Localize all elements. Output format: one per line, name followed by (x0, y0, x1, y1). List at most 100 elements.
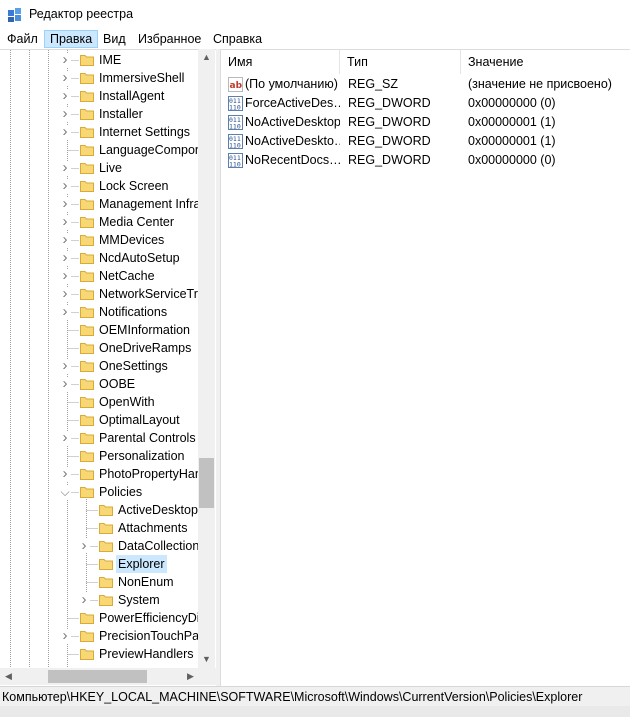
menu-favorites[interactable]: Избранное (133, 30, 206, 48)
tree-node-label[interactable]: Policies (97, 483, 144, 501)
tree-node[interactable]: › Internet Settings (0, 123, 200, 141)
registry-tree[interactable]: › IME › ImmersiveShell › InstallAgent › Install… (0, 49, 216, 687)
tree-node[interactable]: › OneSettings (0, 357, 200, 375)
expand-chevron-icon[interactable]: › (59, 196, 71, 211)
expand-chevron-icon[interactable]: › (78, 592, 90, 607)
tree-node-label[interactable]: InstallAgent (97, 87, 166, 105)
tree-vertical-scrollbar[interactable]: ▲ ▼ (198, 49, 215, 668)
tree-node-label[interactable]: PhotoPropertyHan (97, 465, 204, 483)
tree-node-label[interactable]: PowerEfficiencyDia (97, 609, 208, 627)
tree-node[interactable]: › Notifications (0, 303, 200, 321)
tree-node[interactable]: Personalization (0, 447, 200, 465)
tree-node[interactable]: NonEnum (0, 573, 200, 591)
expand-chevron-icon[interactable]: › (59, 88, 71, 103)
tree-node[interactable]: › MMDevices (0, 231, 200, 249)
expand-chevron-icon[interactable]: › (59, 214, 71, 229)
tree-node-label[interactable]: OpenWith (97, 393, 157, 411)
tree-node[interactable]: Explorer (0, 555, 200, 573)
tree-node[interactable]: › OOBE (0, 375, 200, 393)
tree-vertical-scroll-thumb[interactable] (199, 458, 214, 508)
tree-node-label[interactable]: Live (97, 159, 124, 177)
expand-chevron-icon[interactable]: › (59, 466, 71, 481)
tree-node-label[interactable]: Lock Screen (97, 177, 170, 195)
tree-node[interactable]: › Lock Screen (0, 177, 200, 195)
tree-horizontal-scrollbar[interactable]: ◀ ▶ (0, 668, 216, 685)
tree-node[interactable]: › System (0, 591, 200, 609)
tree-node[interactable]: › ImmersiveShell (0, 69, 200, 87)
tree-node[interactable]: PowerEfficiencyDia (0, 609, 206, 627)
tree-node[interactable]: › NetCache (0, 267, 200, 285)
tree-node[interactable]: › Live (0, 159, 200, 177)
scroll-right-icon[interactable]: ▶ (182, 668, 199, 685)
expand-chevron-icon[interactable]: › (59, 70, 71, 85)
expand-chevron-icon[interactable]: › (59, 304, 71, 319)
tree-node[interactable]: Attachments (0, 519, 200, 537)
expand-chevron-icon[interactable]: › (59, 106, 71, 121)
tree-node[interactable]: › Management Infra (0, 195, 200, 213)
tree-node-label[interactable]: NetworkServiceTrig (97, 285, 210, 303)
tree-node[interactable]: ⌵ Policies (0, 483, 200, 501)
tree-node[interactable]: › Media Center (0, 213, 200, 231)
tree-node[interactable]: LanguageCompon (0, 141, 202, 159)
tree-node-label[interactable]: Media Center (97, 213, 176, 231)
tree-node-label[interactable]: Internet Settings (97, 123, 192, 141)
expand-chevron-icon[interactable]: › (59, 286, 71, 301)
tree-node[interactable]: › NetworkServiceTrig (0, 285, 208, 303)
value-row[interactable]: 011 110 NoActiveDeskto… REG_DWORD 0x00000001… (221, 132, 630, 151)
tree-node-label[interactable]: OOBE (97, 375, 137, 393)
column-header-value[interactable]: Значение (461, 50, 630, 74)
tree-node-label[interactable]: PreviewHandlers (97, 645, 195, 663)
menu-help[interactable]: Справка (208, 30, 267, 48)
tree-node-label[interactable]: NetCache (97, 267, 157, 285)
tree-node[interactable]: › PrecisionTouchPac (0, 627, 205, 645)
values-list[interactable]: Имя Тип Значение ab (По умолчанию) REG_SZ (… (220, 49, 630, 687)
tree-node-label[interactable]: System (116, 591, 162, 609)
collapse-chevron-icon[interactable]: ⌵ (59, 485, 71, 499)
tree-node[interactable]: › Parental Controls (0, 429, 200, 447)
scroll-up-icon[interactable]: ▲ (198, 49, 215, 66)
value-row[interactable]: ab (По умолчанию) REG_SZ (значение не присв… (221, 75, 630, 94)
tree-node[interactable]: › DataCollection (0, 537, 200, 555)
menu-view[interactable]: Вид (98, 30, 131, 48)
tree-node-label[interactable]: ActiveDesktop (116, 501, 200, 519)
tree-node-label[interactable]: OEMInformation (97, 321, 192, 339)
value-row[interactable]: 011 110 NoRecentDocs… REG_DWORD 0x00000000 (… (221, 151, 630, 170)
value-row[interactable]: 011 110 ForceActiveDes… REG_DWORD 0x00000000… (221, 94, 630, 113)
expand-chevron-icon[interactable]: › (59, 430, 71, 445)
column-header-type[interactable]: Тип (340, 50, 461, 74)
expand-chevron-icon[interactable]: › (78, 538, 90, 553)
tree-node[interactable]: PreviewHandlers (0, 645, 200, 663)
tree-node[interactable]: ActiveDesktop (0, 501, 200, 519)
expand-chevron-icon[interactable]: › (59, 160, 71, 175)
tree-node-label[interactable]: Parental Controls (97, 429, 198, 447)
tree-node[interactable]: › NcdAutoSetup (0, 249, 200, 267)
tree-node[interactable]: › PhotoPropertyHan (0, 465, 202, 483)
tree-node-label[interactable]: Management Infra (97, 195, 202, 213)
expand-chevron-icon[interactable]: › (59, 124, 71, 139)
tree-node[interactable]: OEMInformation (0, 321, 200, 339)
tree-node-label[interactable]: Attachments (116, 519, 189, 537)
tree-node-label[interactable]: MMDevices (97, 231, 166, 249)
tree-node-label[interactable]: LanguageCompon (97, 141, 204, 159)
tree-node-label[interactable]: OneSettings (97, 357, 170, 375)
tree-node-label[interactable]: NcdAutoSetup (97, 249, 182, 267)
expand-chevron-icon[interactable]: › (59, 178, 71, 193)
tree-node-label[interactable]: Personalization (97, 447, 186, 465)
tree-horizontal-scroll-thumb[interactable] (48, 670, 147, 683)
tree-node-label[interactable]: IME (97, 51, 123, 69)
menu-file[interactable]: Файл (2, 30, 43, 48)
column-header-name[interactable]: Имя (221, 50, 340, 74)
tree-node[interactable]: › IME (0, 51, 200, 69)
tree-node[interactable]: OpenWith (0, 393, 200, 411)
tree-node-label[interactable]: Installer (97, 105, 145, 123)
expand-chevron-icon[interactable]: › (59, 250, 71, 265)
expand-chevron-icon[interactable]: › (59, 268, 71, 283)
scroll-down-icon[interactable]: ▼ (198, 651, 215, 668)
expand-chevron-icon[interactable]: › (59, 232, 71, 247)
tree-node-label[interactable]: OneDriveRamps (97, 339, 193, 357)
tree-node[interactable]: OptimalLayout (0, 411, 200, 429)
tree-node-label[interactable]: NonEnum (116, 573, 176, 591)
tree-node-label[interactable]: Explorer (116, 555, 167, 573)
tree-node-label[interactable]: ImmersiveShell (97, 69, 186, 87)
expand-chevron-icon[interactable]: › (59, 358, 71, 373)
